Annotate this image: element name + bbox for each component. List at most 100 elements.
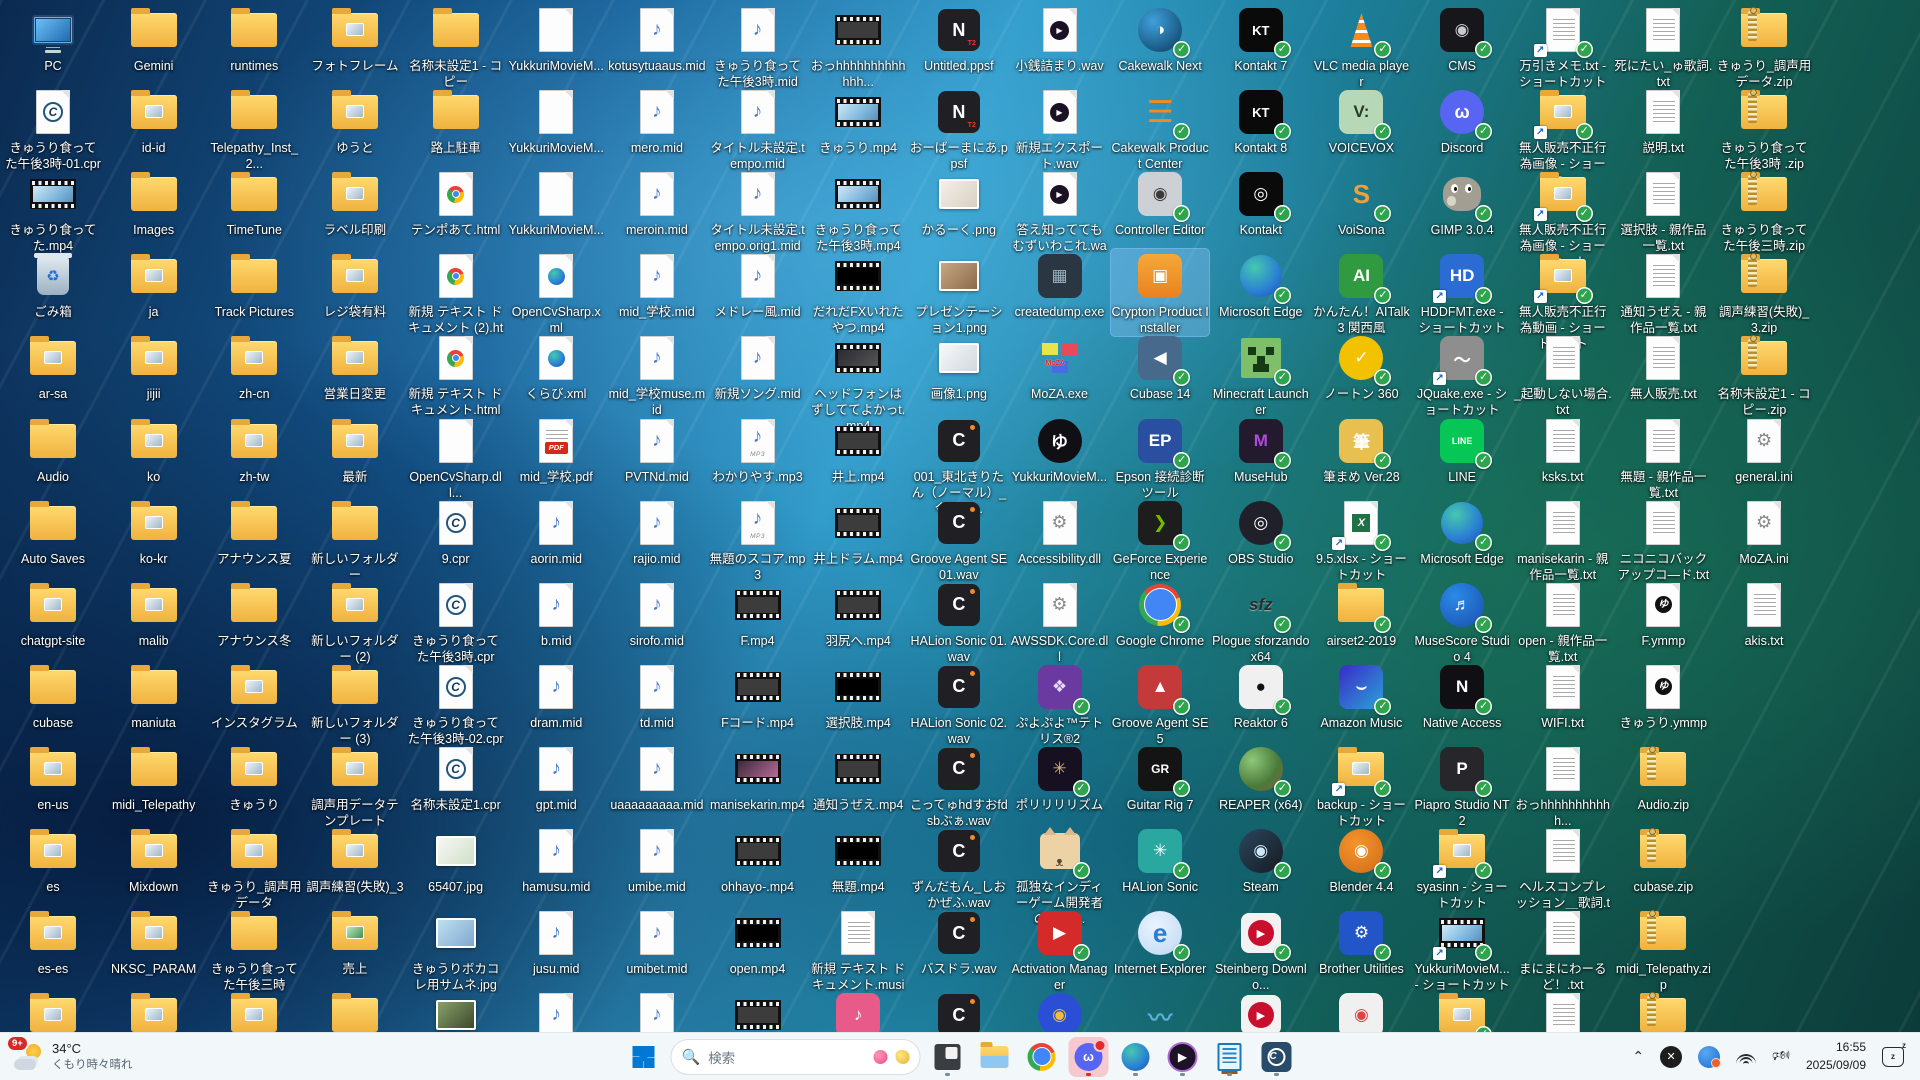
- desktop-icon[interactable]: ♪dram.mid: [507, 660, 605, 731]
- desktop-icon[interactable]: Fコード.mp4: [709, 660, 807, 731]
- desktop-icon[interactable]: MoZA.exe: [1011, 331, 1109, 402]
- taskbar-edge[interactable]: [1116, 1037, 1156, 1077]
- desktop-icon[interactable]: ♪rajio.mid: [608, 496, 706, 567]
- notification-bell-icon[interactable]: z: [1882, 1047, 1904, 1067]
- desktop-icon[interactable]: ♪: [507, 988, 605, 1032]
- desktop-icon[interactable]: midi_Telepathy.zip: [1614, 906, 1712, 993]
- desktop-icon[interactable]: きゅうり食ってた.mp4: [4, 167, 102, 254]
- desktop-icon[interactable]: open - 親作品一覧.txt: [1514, 578, 1612, 665]
- desktop-icon[interactable]: 通知うぜえ.mp4: [809, 742, 907, 813]
- desktop-icon[interactable]: 65407.jpg: [407, 824, 505, 895]
- desktop-icon[interactable]: Cきゅうり食ってた午後3時-01.cpr: [4, 85, 102, 172]
- desktop-icon[interactable]: TimeTune: [205, 167, 303, 238]
- desktop-icon[interactable]: manisekarin.mp4: [709, 742, 807, 813]
- taskbar-media-player[interactable]: ▶: [1163, 1037, 1203, 1077]
- desktop-icon[interactable]: malib: [105, 578, 203, 649]
- desktop-icon[interactable]: きゅうり: [205, 742, 303, 813]
- desktop-icon[interactable]: ♪メドレー風.mid: [709, 249, 807, 320]
- desktop-icon[interactable]: ✓Microsoft Edge: [1212, 249, 1310, 320]
- desktop-icon[interactable]: おっhhhhhhhhhhh...: [1514, 742, 1612, 829]
- desktop-icon[interactable]: ♪: [608, 988, 706, 1032]
- desktop-icon[interactable]: ⚙AWSSDK.Core.dll: [1011, 578, 1109, 665]
- desktop-icon[interactable]: [105, 988, 203, 1032]
- desktop-icon[interactable]: ♪MP3無題のスコア.mp3: [709, 496, 807, 583]
- desktop-icon[interactable]: OpenCvSharp.dll...: [407, 414, 505, 501]
- taskbar-discord[interactable]: ω: [1069, 1037, 1109, 1077]
- taskbar-app-window[interactable]: [928, 1037, 968, 1077]
- desktop-icon[interactable]: ●✓Reaktor 6: [1212, 660, 1310, 731]
- desktop-icon[interactable]: sfz✓Plogue sforzando x64: [1212, 578, 1310, 665]
- desktop-icon[interactable]: きゅうり_調声用データ: [205, 824, 303, 911]
- desktop-icon[interactable]: NT2おーばーまにあ.ppsf: [910, 85, 1008, 172]
- desktop-icon[interactable]: ☰✓Cakewalk Product Center: [1111, 85, 1209, 172]
- desktop-icon[interactable]: ✓↗万引きメモ.txt - ショートカット: [1514, 3, 1612, 90]
- desktop-icon[interactable]: 新しいフォルダー (3): [306, 660, 404, 747]
- desktop-icon[interactable]: 新しいフォルダー: [306, 496, 404, 583]
- desktop-icon[interactable]: 井上ドラム.mp4: [809, 496, 907, 567]
- desktop-icon[interactable]: 売上: [306, 906, 404, 977]
- desktop-icon[interactable]: ♪kotusytuaaus.mid: [608, 3, 706, 74]
- desktop-icon[interactable]: アナウンス冬: [205, 578, 303, 649]
- desktop-icon[interactable]: en-us: [4, 742, 102, 813]
- desktop-icon[interactable]: きゅうり食ってた午後3時 .zip: [1715, 85, 1813, 172]
- desktop-icon[interactable]: ▣Crypton Product Installer: [1111, 249, 1209, 336]
- desktop-icon[interactable]: 無人販売.txt: [1614, 331, 1712, 402]
- desktop-icon[interactable]: [1514, 988, 1612, 1032]
- desktop-icon[interactable]: 無題 - 親作品一覧.txt: [1614, 414, 1712, 501]
- desktop-icon[interactable]: EP✓Epson 接続診断ツール: [1111, 414, 1209, 501]
- desktop-icon[interactable]: ゆうと: [306, 85, 404, 156]
- desktop-icon[interactable]: ラベル印刷: [306, 167, 404, 238]
- desktop-icon[interactable]: cubase: [4, 660, 102, 731]
- tray-chevron-up-icon[interactable]: ⌃: [1632, 1048, 1644, 1065]
- desktop-icon[interactable]: ◉✓CMS: [1413, 3, 1511, 74]
- desktop-icon[interactable]: ♪mid_学校.mid: [608, 249, 706, 320]
- desktop-icon[interactable]: きゅうり.mp4: [809, 85, 907, 156]
- desktop-icon[interactable]: 井上.mp4: [809, 414, 907, 485]
- desktop-icon[interactable]: ✳✓HALion Sonic: [1111, 824, 1209, 895]
- desktop-icon[interactable]: e✓Internet Explorer: [1111, 906, 1209, 977]
- desktop-icon[interactable]: きゅうりボカコレ用サムネ.jpg: [407, 906, 505, 993]
- desktop-icon[interactable]: ◉: [1011, 988, 1109, 1032]
- desktop-icon[interactable]: ゆF.ymmp: [1614, 578, 1712, 649]
- weather-widget[interactable]: 9+ 34°C くもり時々晴れ: [0, 1033, 147, 1080]
- desktop-icon[interactable]: 選択肢.mp4: [809, 660, 907, 731]
- desktop-icon[interactable]: 〰: [1111, 988, 1209, 1032]
- desktop-icon[interactable]: KT✓Kontakt 7: [1212, 3, 1310, 74]
- desktop-icon[interactable]: きゅうり食ってた午後3時.mp4: [809, 167, 907, 254]
- desktop-icon[interactable]: レジ袋有料: [306, 249, 404, 320]
- desktop-icon[interactable]: 選択肢 - 親作品一覧.txt: [1614, 167, 1712, 254]
- desktop-icon[interactable]: ⚙MoZA.ini: [1715, 496, 1813, 567]
- desktop-icon[interactable]: ♪mero.mid: [608, 85, 706, 156]
- desktop-icon[interactable]: ✓Google Chrome: [1111, 578, 1209, 649]
- desktop-icon[interactable]: Telepathy_Inst_2...: [205, 85, 303, 172]
- wifi-icon[interactable]: [1736, 1049, 1756, 1065]
- desktop-icon[interactable]: ◉✓Steam: [1212, 824, 1310, 895]
- desktop-icon[interactable]: 最新: [306, 414, 404, 485]
- tray-blue-app-icon[interactable]: [1698, 1046, 1720, 1068]
- desktop-icon[interactable]: NT2Untitled.ppsf: [910, 3, 1008, 74]
- desktop-icon[interactable]: F.mp4: [709, 578, 807, 649]
- desktop-icon[interactable]: ♪b.mid: [507, 578, 605, 649]
- desktop-icon[interactable]: ♪PVTNd.mid: [608, 414, 706, 485]
- desktop-icon[interactable]: [407, 988, 505, 1032]
- desktop-icon[interactable]: ω✓Discord: [1413, 85, 1511, 156]
- desktop-icon[interactable]: ♪MP3わかりやす.mp3: [709, 414, 807, 485]
- desktop-icon[interactable]: おっhhhhhhhhhhhhh...: [809, 3, 907, 90]
- desktop-icon[interactable]: maniuta: [105, 660, 203, 731]
- desktop-icon[interactable]: ♪mid_学校muse.mid: [608, 331, 706, 418]
- desktop-icon[interactable]: 調声用データテンプレート: [306, 742, 404, 829]
- desktop-icon[interactable]: ♪タイトル未設定.tempo.orig1.mid: [709, 167, 807, 254]
- desktop-icon[interactable]: KT✓Kontakt 8: [1212, 85, 1310, 156]
- desktop-icon[interactable]: es-es: [4, 906, 102, 977]
- desktop-icon[interactable]: ohhayo-.mp4: [709, 824, 807, 895]
- desktop-icon[interactable]: Cきゅうり食ってた午後3時.cpr: [407, 578, 505, 665]
- desktop-icon[interactable]: インスタグラム: [205, 660, 303, 731]
- desktop-icon[interactable]: ksks.txt: [1514, 414, 1612, 485]
- desktop-icon[interactable]: 名称未設定1 - コピー: [407, 3, 505, 90]
- search-box[interactable]: 🔍検索: [671, 1039, 921, 1075]
- desktop-icon[interactable]: ko: [105, 414, 203, 485]
- desktop-icon[interactable]: ♪gpt.mid: [507, 742, 605, 813]
- desktop-icon[interactable]: ♪新規ソング.mid: [709, 331, 807, 402]
- desktop-icon[interactable]: ✓↗YukkuriMovieM... - ショートカット: [1413, 906, 1511, 993]
- desktop-icon[interactable]: ✓Microsoft Edge: [1413, 496, 1511, 567]
